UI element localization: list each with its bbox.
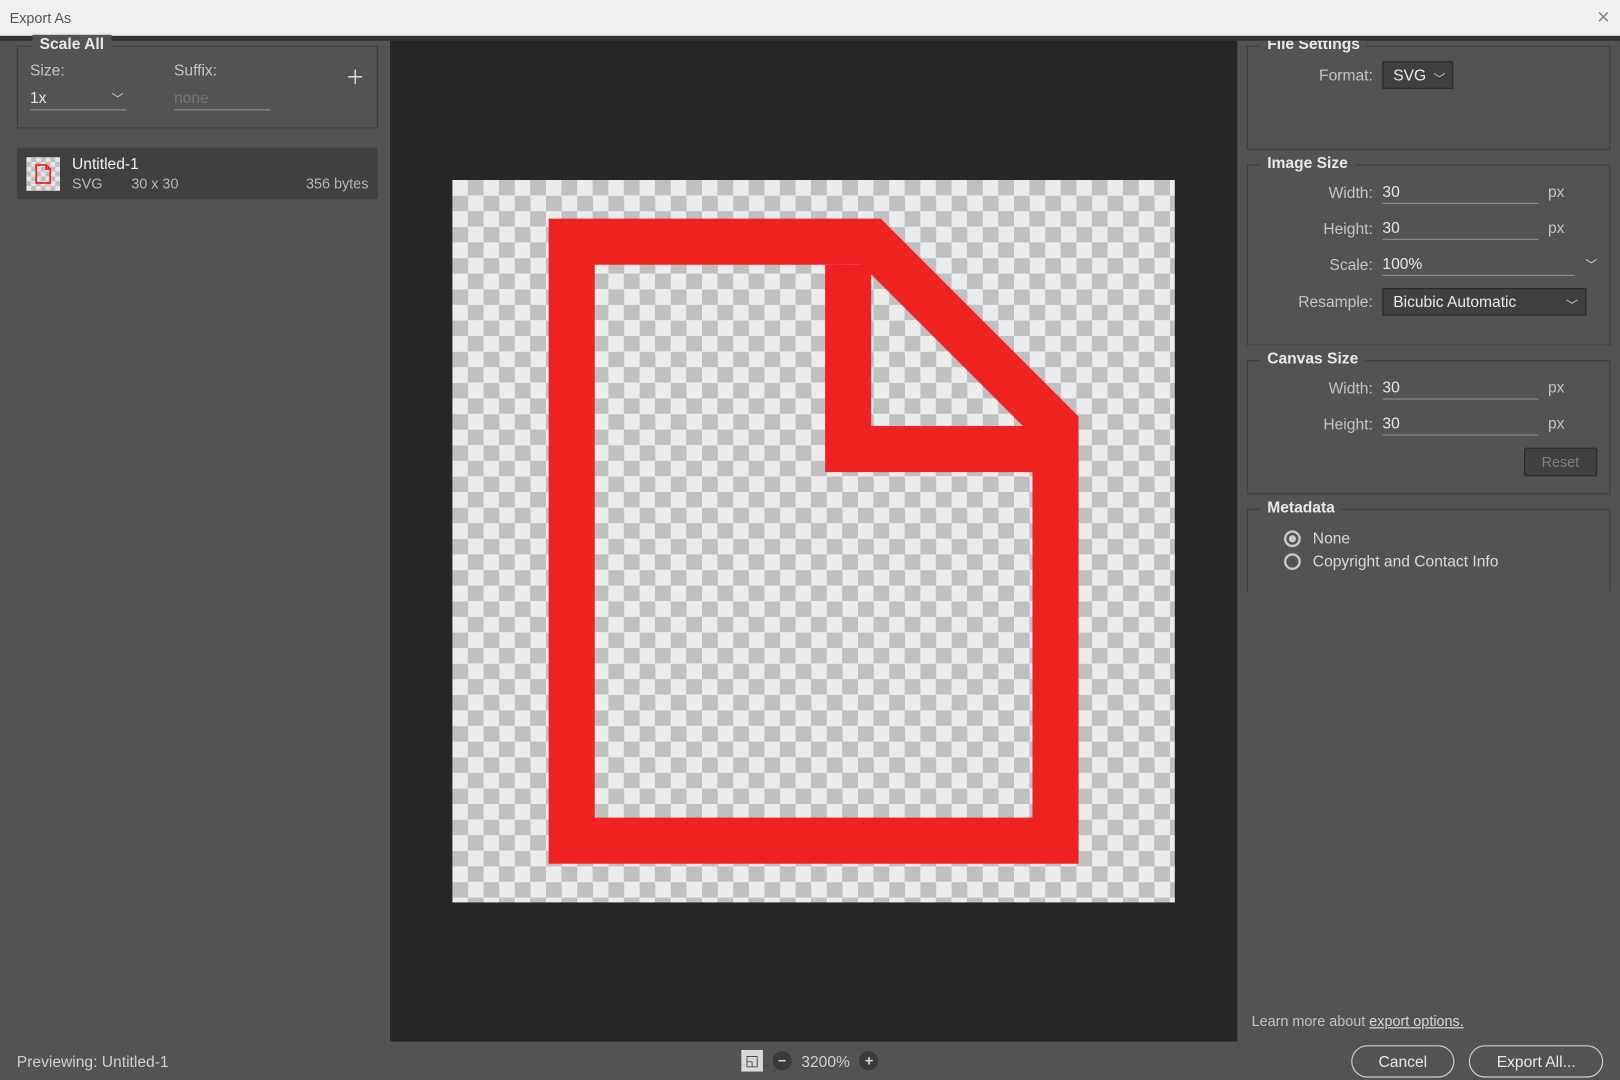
cancel-button[interactable]: Cancel [1351,1045,1455,1077]
suffix-label: Suffix: [174,61,270,79]
metadata-option-none[interactable]: None [1284,529,1597,547]
zoom-controls: ◱ − 3200% + [741,1050,878,1072]
canvas-height-label: Height: [1260,415,1373,433]
learn-more-text: Learn more about export options. [1252,1013,1606,1030]
image-width-label: Width: [1260,183,1373,201]
window-title: Export As [10,9,72,26]
unit-label: px [1548,218,1564,236]
left-panel: Scale All Size: ﹀ Suffix: ＋ [0,41,391,1042]
canvas-width-label: Width: [1260,379,1373,397]
zoom-value: 3200% [801,1052,850,1070]
metadata-title: Metadata [1260,498,1342,516]
file-settings-title: File Settings [1260,41,1367,53]
file-settings-group: File Settings Format: SVG ﹀ [1247,46,1611,150]
canvas-size-title: Canvas Size [1260,349,1365,367]
format-label: Format: [1260,66,1373,84]
zoom-out-button[interactable]: − [773,1051,792,1070]
image-height-input[interactable] [1382,216,1538,240]
image-size-group: Image Size Width: px Height: px Scale: ﹀… [1247,164,1611,345]
reset-button[interactable]: Reset [1524,448,1598,477]
scale-all-group: Scale All Size: ﹀ Suffix: ＋ [17,46,378,129]
footer-bar: Previewing: Untitled-1 ◱ − 3200% + Cance… [0,1042,1620,1080]
fit-screen-icon[interactable]: ◱ [741,1050,763,1072]
suffix-input[interactable] [174,86,270,110]
image-height-label: Height: [1260,219,1373,237]
chevron-down-icon: ﹀ [1433,68,1445,86]
previewing-label: Previewing: Untitled-1 [17,1052,169,1070]
unit-label: px [1548,414,1564,432]
radio-icon [1284,553,1301,570]
chevron-down-icon[interactable]: ﹀ [1585,254,1597,272]
canvas-height-input[interactable] [1382,412,1538,436]
metadata-option-copyright[interactable]: Copyright and Contact Info [1284,552,1597,570]
export-all-button[interactable]: Export All... [1469,1045,1603,1077]
image-width-input[interactable] [1382,180,1538,204]
document-filesize: 356 bytes [306,175,368,192]
file-icon [526,217,1102,865]
close-icon[interactable]: ✕ [1596,7,1610,27]
canvas-width-input[interactable] [1382,376,1538,400]
unit-label: px [1548,182,1564,200]
scale-all-title: Scale All [32,35,111,53]
add-size-button[interactable]: ＋ [346,61,365,90]
right-panel: File Settings Format: SVG ﹀ Image Size W… [1236,41,1620,1042]
preview-area [391,41,1236,1042]
document-name: Untitled-1 [72,155,368,173]
preview-canvas[interactable] [452,180,1174,902]
document-list-item[interactable]: Untitled-1 SVG 30 x 30 356 bytes [17,148,378,200]
canvas-size-group: Canvas Size Width: px Height: px Reset [1247,360,1611,494]
format-select[interactable]: SVG ﹀ [1382,61,1453,89]
metadata-group: Metadata None Copyright and Contact Info [1247,509,1611,592]
image-scale-input[interactable] [1382,252,1574,276]
image-scale-label: Scale: [1260,255,1373,273]
resample-label: Resample: [1260,293,1373,311]
document-dimensions: 30 x 30 [131,175,178,192]
unit-label: px [1548,378,1564,396]
resample-select[interactable]: Bicubic Automatic ﹀ [1382,288,1586,316]
chevron-down-icon: ﹀ [1566,295,1578,313]
image-size-title: Image Size [1260,154,1355,172]
chevron-down-icon: ﹀ [112,89,124,107]
size-label: Size: [30,61,126,79]
radio-icon [1284,530,1301,547]
document-format: SVG [72,175,102,192]
document-thumbnail [26,157,60,191]
window-titlebar: Export As ✕ [0,0,1620,36]
zoom-in-button[interactable]: + [859,1051,878,1070]
export-options-link[interactable]: export options. [1369,1013,1463,1030]
